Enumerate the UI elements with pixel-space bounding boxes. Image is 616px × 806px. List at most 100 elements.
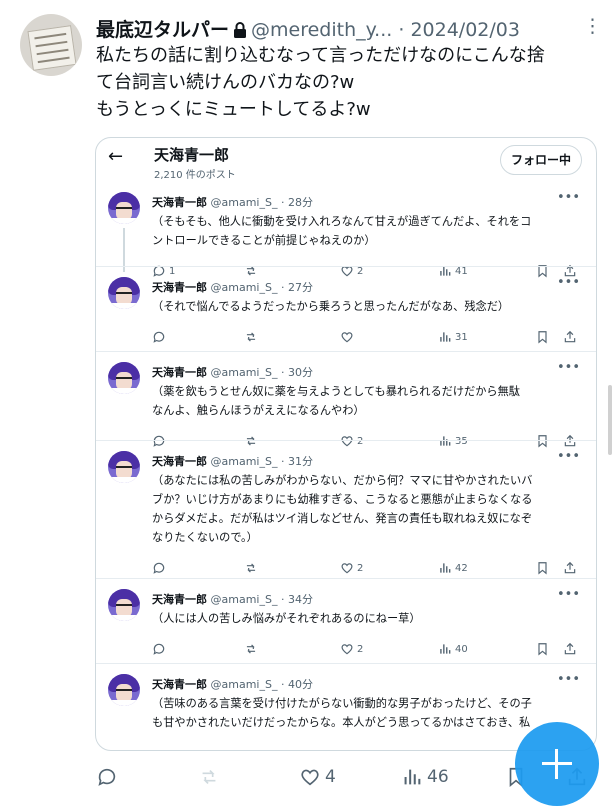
post-more-icon[interactable]: ••• <box>557 587 580 602</box>
heart-icon <box>299 767 321 787</box>
repost-icon <box>198 767 220 787</box>
post-row[interactable]: 天海青一郎 @amami_S_ · 40分 ••• （苦味のある言葉を受け付けたがら… <box>96 663 596 750</box>
post-text-line: （人には人の苦しみ悩みがそれぞれあるのにねー草） <box>152 612 421 625</box>
post-row[interactable]: 天海青一郎 @amami_S_ · 31分 ••• （あなたには私の苦しみがわからな… <box>96 440 596 578</box>
more-options-icon[interactable]: ⋮ <box>583 15 602 37</box>
post-reply-button[interactable] <box>152 328 169 348</box>
post-reply-button[interactable] <box>152 640 169 660</box>
post-row[interactable]: 天海青一郎 @amami_S_ · 30分 ••• （薬を飲もうとせん奴に薬を与えよ… <box>96 351 596 448</box>
post-meta: 天海青一郎 @amami_S_ · 31分 <box>152 453 313 469</box>
views-count: 42 <box>455 563 468 574</box>
post-more-icon[interactable]: ••• <box>557 449 580 464</box>
post-avatar[interactable] <box>108 192 140 224</box>
post-avatar[interactable] <box>108 674 140 706</box>
views-count: 40 <box>455 644 468 655</box>
post-like-button[interactable]: 2 <box>340 559 363 579</box>
post-handle-time[interactable]: @amami_S_ · 34分 <box>211 593 313 606</box>
user-handle[interactable]: @meredith_y... <box>251 19 392 41</box>
reply-icon <box>152 643 166 655</box>
reply-button[interactable] <box>96 764 118 790</box>
post-text: （薬を飲もうとせん奴に薬を与えようとしても暴れられるだけだから無駄 なんよ、触らん… <box>152 382 584 420</box>
share-icon <box>563 642 577 655</box>
views-button[interactable]: 46 <box>401 764 449 790</box>
heart-icon <box>340 563 354 574</box>
back-arrow-icon: ← <box>108 146 124 167</box>
repost-button[interactable] <box>198 764 220 790</box>
like-count: 4 <box>325 767 336 787</box>
post-bookmark-button[interactable] <box>536 640 549 660</box>
avatar-note-image <box>27 25 77 71</box>
post-views-button[interactable]: 42 <box>438 559 468 579</box>
post-bookmark-button[interactable] <box>536 559 549 579</box>
post-like-button[interactable]: 2 <box>340 640 363 660</box>
post-views-button[interactable]: 40 <box>438 640 468 660</box>
bookmark-icon <box>536 643 549 656</box>
post-row[interactable]: 天海青一郎 @amami_S_ · 27分 ••• （それで悩んでるようだったから乗… <box>96 266 596 351</box>
post-bookmark-button[interactable] <box>536 328 549 348</box>
post-more-icon[interactable]: ••• <box>557 190 580 205</box>
post-actions: 31 <box>152 328 584 348</box>
post-row[interactable]: 天海青一郎 @amami_S_ · 28分 ••• （そもそも、他人に衝動を受け入れ… <box>96 182 596 278</box>
post-avatar[interactable] <box>108 589 140 621</box>
post-author[interactable]: 天海青一郎 <box>152 593 207 606</box>
post-more-icon[interactable]: ••• <box>557 672 580 687</box>
plus-icon-stroke <box>555 749 558 779</box>
post-share-button[interactable] <box>563 559 577 579</box>
post-handle-time[interactable]: @amami_S_ · 27分 <box>211 281 313 294</box>
post-share-button[interactable] <box>563 328 577 348</box>
post-avatar[interactable] <box>108 362 140 394</box>
compose-post-button[interactable] <box>515 722 599 806</box>
post-meta: 天海青一郎 @amami_S_ · 27分 <box>152 279 313 295</box>
user-avatar[interactable] <box>20 14 82 76</box>
following-button: フォロー中 <box>500 145 582 175</box>
post-author[interactable]: 天海青一郎 <box>152 366 207 379</box>
post-like-button[interactable] <box>340 328 357 348</box>
post-avatar[interactable] <box>108 451 140 483</box>
heart-icon <box>340 644 354 655</box>
post-meta: 天海青一郎 @amami_S_ · 28分 <box>152 194 313 210</box>
post-author[interactable]: 天海青一郎 <box>152 281 207 294</box>
post-views-button[interactable]: 31 <box>438 328 468 348</box>
profile-name: 天海青一郎 <box>154 146 230 164</box>
tweet-header: 最底辺タルパー @meredith_y... · 2024/02/03 ⋮ <box>96 15 602 41</box>
profile-header: ← 天海青一郎 2,210 件のポスト フォロー中 <box>96 138 596 182</box>
post-more-icon[interactable]: ••• <box>557 360 580 375</box>
post-repost-button[interactable] <box>244 328 258 348</box>
repost-icon <box>244 563 258 574</box>
post-avatar[interactable] <box>108 277 140 309</box>
views-icon <box>438 644 452 655</box>
post-share-button[interactable] <box>563 640 577 660</box>
post-text-line: も甘やかされたいだけだったからな。本人がどう思ってるかはさておき、私 <box>152 716 531 729</box>
post-repost-button[interactable] <box>244 640 258 660</box>
lock-icon <box>233 21 247 43</box>
post-handle-time[interactable]: @amami_S_ · 28分 <box>211 196 313 209</box>
scrollbar[interactable] <box>608 385 612 455</box>
post-meta: 天海青一郎 @amami_S_ · 40分 <box>152 676 313 692</box>
post-more-icon[interactable]: ••• <box>557 275 580 290</box>
like-count: 2 <box>357 644 364 655</box>
post-date[interactable]: 2024/02/03 <box>410 19 520 41</box>
post-row[interactable]: 天海青一郎 @amami_S_ · 34分 ••• （人には人の苦しみ悩みがそれぞれ… <box>96 578 596 663</box>
post-text-line: なんよ、触らんほうがええになるんやわ） <box>152 404 365 417</box>
views-count: 46 <box>427 767 449 787</box>
heart-icon <box>340 332 354 343</box>
post-author[interactable]: 天海青一郎 <box>152 455 207 468</box>
post-actions: 2 42 <box>152 559 584 579</box>
post-text-line: （薬を飲もうとせん奴に薬を与えようとしても暴れられるだけだから無駄 <box>152 385 520 398</box>
post-author[interactable]: 天海青一郎 <box>152 196 207 209</box>
post-repost-button[interactable] <box>244 559 258 579</box>
post-handle-time[interactable]: @amami_S_ · 31分 <box>211 455 313 468</box>
share-icon <box>563 330 577 343</box>
post-list: 天海青一郎 @amami_S_ · 28分 ••• （そもそも、他人に衝動を受け入れ… <box>96 182 596 750</box>
post-handle-time[interactable]: @amami_S_ · 40分 <box>211 678 313 691</box>
post-actions: 2 40 <box>152 640 584 660</box>
repost-icon <box>244 644 258 655</box>
post-reply-button[interactable] <box>152 559 169 579</box>
post-text-line: （そもそも、他人に衝動を受け入れろなんて甘えが過ぎてんだよ、それをコ <box>152 215 532 228</box>
embedded-screenshot[interactable]: ← 天海青一郎 2,210 件のポスト フォロー中 天海青一郎 @amami_S… <box>95 137 597 751</box>
post-author[interactable]: 天海青一郎 <box>152 678 207 691</box>
like-button[interactable]: 4 <box>299 764 336 790</box>
display-name[interactable]: 最底辺タルパー <box>96 19 229 41</box>
post-meta: 天海青一郎 @amami_S_ · 34分 <box>152 591 313 607</box>
post-handle-time[interactable]: @amami_S_ · 30分 <box>211 366 313 379</box>
